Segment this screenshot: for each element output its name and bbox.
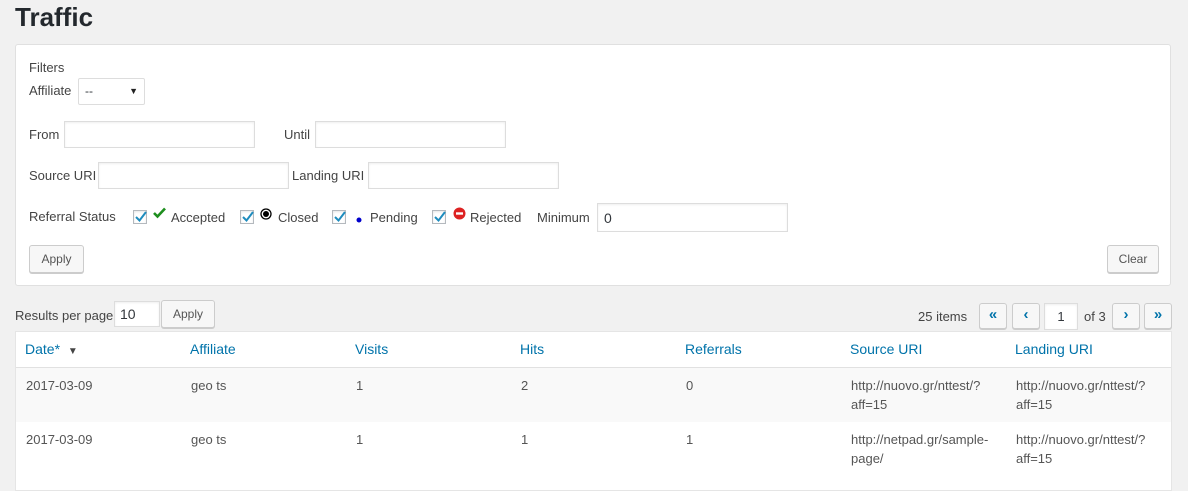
pending-label: Pending <box>370 210 418 225</box>
cell-referrals: 0 <box>686 378 694 393</box>
cell-source-uri-line2: aff=15 <box>851 397 888 412</box>
cell-source-uri: http://netpad.gr/sample- page/ <box>851 430 988 468</box>
source-uri-input[interactable] <box>98 162 289 189</box>
cell-landing-uri-line2: aff=15 <box>1016 451 1053 466</box>
cell-date: 2017-03-09 <box>26 432 93 447</box>
referral-status-label: Referral Status <box>29 209 116 224</box>
cell-landing-uri-line1: http://nuovo.gr/nttest/? <box>1016 378 1146 393</box>
affiliate-select[interactable]: -- ▼ <box>78 78 145 105</box>
pending-checkbox[interactable] <box>332 210 346 224</box>
closed-circle-icon <box>260 208 272 223</box>
column-referrals[interactable]: Referrals <box>685 341 742 357</box>
cell-hits: 2 <box>521 378 529 393</box>
results-per-page-input[interactable]: 10 <box>114 301 160 327</box>
cell-referrals: 1 <box>686 432 694 447</box>
cell-affiliate: geo ts <box>191 432 227 447</box>
until-label: Until <box>284 127 311 142</box>
affiliate-label: Affiliate <box>29 83 72 98</box>
closed-label: Closed <box>278 210 319 225</box>
filters-heading: Filters <box>29 60 65 75</box>
closed-checkbox[interactable] <box>240 210 254 224</box>
cell-landing-uri-line1: http://nuovo.gr/nttest/? <box>1016 432 1146 447</box>
next-page-button[interactable]: › <box>1112 303 1140 329</box>
cell-landing-uri: http://nuovo.gr/nttest/? aff=15 <box>1016 376 1145 414</box>
pending-dot-icon <box>356 211 362 226</box>
column-landing-uri[interactable]: Landing URI <box>1015 341 1093 357</box>
rejected-checkbox[interactable] <box>432 210 446 224</box>
accepted-checkbox[interactable] <box>133 210 147 224</box>
from-date-input[interactable] <box>64 121 255 148</box>
column-date[interactable]: Date* ▼ <box>25 341 78 360</box>
landing-uri-label: Landing URI <box>292 168 365 183</box>
cell-hits: 1 <box>521 432 529 447</box>
results-apply-button[interactable]: Apply <box>161 300 215 328</box>
checkmark-icon <box>153 207 166 222</box>
table-header: Date* ▼ Affiliate Visits Hits Referrals … <box>16 332 1171 368</box>
column-date-label: Date* <box>25 341 61 357</box>
from-label: From <box>29 127 60 142</box>
cell-landing-uri: http://nuovo.gr/nttest/? aff=15 <box>1016 430 1145 468</box>
column-source-uri[interactable]: Source URI <box>850 341 922 357</box>
table-row: 2017-03-09 geo ts 1 1 1 http://netpad.gr… <box>16 422 1171 476</box>
rejected-icon <box>453 207 466 223</box>
first-page-button[interactable]: « <box>979 303 1007 329</box>
clear-button[interactable]: Clear <box>1107 245 1159 273</box>
rejected-label: Rejected <box>470 210 522 225</box>
chevron-down-icon: ▼ <box>129 86 138 96</box>
cell-source-uri-line2: page/ <box>851 451 884 466</box>
column-visits[interactable]: Visits <box>355 341 388 357</box>
sort-down-icon: ▼ <box>67 346 78 357</box>
cell-landing-uri-line2: aff=15 <box>1016 397 1053 412</box>
cell-visits: 1 <box>356 432 364 447</box>
cell-source-uri-line1: http://netpad.gr/sample- <box>851 432 989 447</box>
prev-page-button[interactable]: ‹ <box>1012 303 1040 329</box>
affiliate-select-value: -- <box>85 84 93 98</box>
page-total: of 3 <box>1084 309 1106 324</box>
landing-uri-input[interactable] <box>368 162 559 189</box>
cell-source-uri-line1: http://nuovo.gr/nttest/? <box>851 378 981 393</box>
traffic-table: Date* ▼ Affiliate Visits Hits Referrals … <box>15 331 1172 491</box>
column-hits[interactable]: Hits <box>520 341 544 357</box>
current-page-input[interactable]: 1 <box>1044 303 1078 330</box>
minimum-input[interactable]: 0 <box>597 203 788 232</box>
minimum-label: Minimum <box>537 210 590 225</box>
cell-visits: 1 <box>356 378 364 393</box>
cell-source-uri: http://nuovo.gr/nttest/? aff=15 <box>851 376 980 414</box>
items-count: 25 items <box>918 309 968 324</box>
cell-affiliate: geo ts <box>191 378 227 393</box>
until-date-input[interactable] <box>315 121 506 148</box>
column-affiliate[interactable]: Affiliate <box>190 341 236 357</box>
last-page-button[interactable]: » <box>1144 303 1172 329</box>
results-per-page-label: Results per page <box>15 308 114 323</box>
table-row: 2017-03-09 geo ts 1 2 0 http://nuovo.gr/… <box>16 368 1171 422</box>
filters-apply-button[interactable]: Apply <box>29 245 84 273</box>
cell-date: 2017-03-09 <box>26 378 93 393</box>
filters-panel: Filters Affiliate -- ▼ From Until Source… <box>15 44 1171 286</box>
accepted-label: Accepted <box>171 210 226 225</box>
source-uri-label: Source URI <box>29 168 97 183</box>
page-title: Traffic <box>15 2 94 32</box>
